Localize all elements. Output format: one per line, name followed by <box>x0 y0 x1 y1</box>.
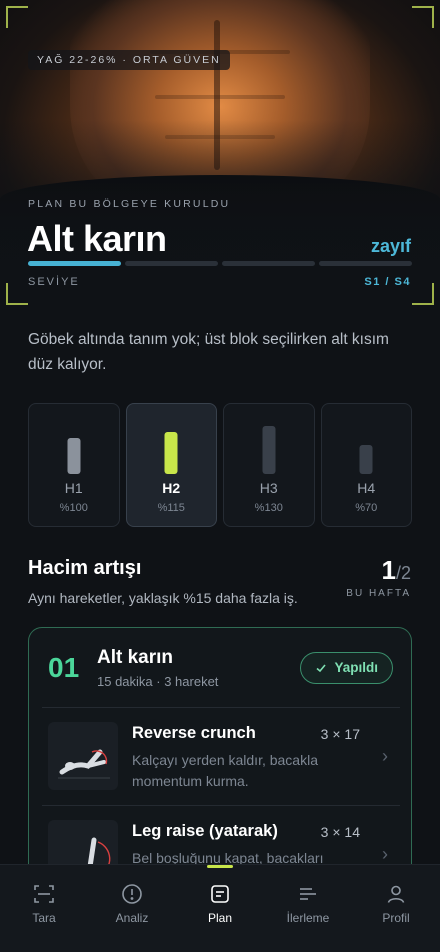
plan-eyebrow: PLAN BU BÖLGEYE KURULDU <box>28 198 231 210</box>
frame-corner-tl <box>6 6 28 28</box>
exercise-name: Leg raise (yatarak) <box>132 822 278 840</box>
section-title: Hacim artışı <box>28 557 142 579</box>
frame-corner-tr <box>412 6 434 28</box>
week-card-h2[interactable]: H2 %115 <box>125 403 217 527</box>
exercise-thumbnail <box>48 722 118 790</box>
done-label: Yapıldı <box>334 660 378 675</box>
frame-corner-br <box>412 283 434 305</box>
week-percent: %70 <box>355 502 378 514</box>
section-subtitle: Aynı hareketler, yaklaşık %15 daha fazla… <box>28 590 298 606</box>
level-segment <box>222 261 315 266</box>
week-intensity-bar <box>67 438 81 474</box>
bottom-nav: Tara Analiz Plan İlerleme Profil <box>0 864 440 952</box>
exercise-sets: 3 × 17 <box>320 726 360 742</box>
exercise-sets: 3 × 14 <box>320 824 360 840</box>
block-number: 01 <box>48 652 80 683</box>
chevron-right-icon[interactable]: › <box>382 746 388 767</box>
frame-corner-bl <box>6 283 28 305</box>
week-selector: H1 %100 H2 %115 H3 %130 H4 %70 <box>28 403 412 527</box>
nav-item-analiz[interactable]: Analiz <box>88 865 176 952</box>
week-name: H1 <box>64 480 83 496</box>
progress-icon <box>300 888 316 900</box>
week-intensity-bar <box>262 426 276 474</box>
exercise-row[interactable]: Reverse crunch 3 × 17 Kalçayı yerden kal… <box>42 707 400 805</box>
block-meta: 15 dakika · 3 hareket <box>97 674 219 689</box>
week-card-h3[interactable]: H3 %130 <box>223 403 315 527</box>
nav-label: Profil <box>382 911 410 925</box>
week-counter-label: BU HAFTA <box>346 588 411 599</box>
week-counter: 1/2 <box>382 555 411 586</box>
week-intensity-bar <box>164 432 178 474</box>
week-percent: %100 <box>59 502 88 514</box>
week-name: H2 <box>162 480 181 496</box>
level-label: SEVİYE <box>28 276 80 288</box>
nav-label: Plan <box>207 911 233 925</box>
week-percent: %130 <box>254 502 283 514</box>
level-value: S1 / S4 <box>364 276 411 288</box>
exercise-name: Reverse crunch <box>132 724 256 742</box>
week-percent: %115 <box>157 502 185 514</box>
done-button[interactable]: Yapıldı <box>300 652 393 684</box>
block-title: Alt karın <box>97 647 174 668</box>
nav-item-plan[interactable]: Plan <box>176 865 264 952</box>
week-card-h4[interactable]: H4 %70 <box>320 403 412 527</box>
week-total: /2 <box>395 563 411 583</box>
level-segment <box>125 261 218 266</box>
zone-description: Göbek altında tanım yok; üst blok seçili… <box>28 331 389 373</box>
nav-label: İlerleme <box>286 911 330 925</box>
week-card-h1[interactable]: H1 %100 <box>28 403 120 527</box>
scan-icon <box>34 885 54 903</box>
page-title: Alt karın <box>27 218 167 259</box>
check-icon <box>316 664 327 673</box>
week-name: H4 <box>357 480 376 496</box>
alert-circle-icon <box>122 884 142 904</box>
week-name: H3 <box>259 480 278 496</box>
fat-estimate-badge: YAĞ 22-26% · ORTA GÜVEN <box>28 50 230 70</box>
status-badge: zayıf <box>370 236 411 256</box>
nav-label: Analiz <box>115 911 149 925</box>
plan-icon <box>211 885 229 903</box>
nav-item-tara[interactable]: Tara <box>0 865 88 952</box>
level-segment <box>28 261 121 266</box>
level-segment <box>319 261 412 266</box>
week-intensity-bar <box>359 445 373 474</box>
exercise-description: Kalçayı yerden kaldır, bacakla momentum … <box>132 752 318 789</box>
user-icon <box>387 885 405 903</box>
week-current: 1 <box>381 555 396 585</box>
workout-block[interactable]: 01 Alt karın 15 dakika · 3 hareket Yapıl… <box>28 627 412 887</box>
level-progress <box>28 261 412 266</box>
nav-item-profil[interactable]: Profil <box>352 865 440 952</box>
nav-label: Tara <box>32 911 56 925</box>
nav-item-ilerleme[interactable]: İlerleme <box>264 865 352 952</box>
chevron-right-icon[interactable]: › <box>382 844 388 865</box>
